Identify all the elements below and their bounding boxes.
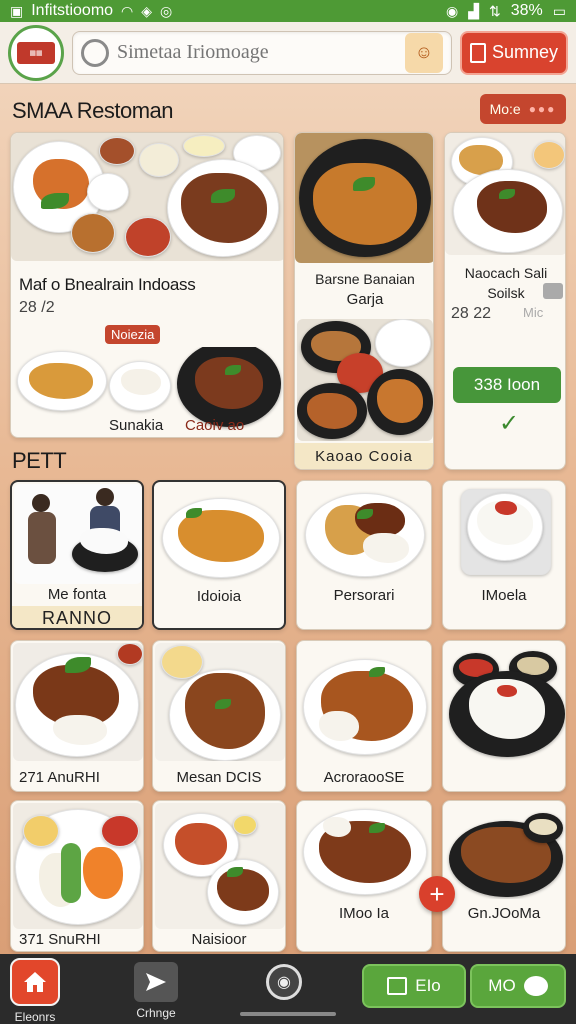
- dish-photo: [295, 133, 433, 263]
- featured-section-title: SMAA Restoman: [12, 98, 174, 123]
- grid-card-9[interactable]: 371 SnuRHI: [10, 800, 144, 952]
- grid-card-12[interactable]: Gn.JOoMa: [442, 800, 566, 952]
- grid-item-label: Mesan DCIS: [176, 769, 262, 786]
- grid-card-1[interactable]: Me fonta RANNO: [10, 480, 144, 630]
- app-header: ▦▦ ☺ Sumney: [0, 22, 576, 84]
- side-dish-label-2: Caoiv ao: [185, 417, 245, 434]
- search-icon: [81, 38, 109, 67]
- nav-home-label: Eleonrs: [14, 1010, 56, 1024]
- card-band-label: Kaoao Cooia: [295, 443, 433, 469]
- nav-share[interactable]: Crhnge: [134, 962, 178, 1020]
- dish-photo: [13, 803, 143, 929]
- nav-center[interactable]: ◉: [266, 964, 302, 1000]
- signal-icon: ◈: [141, 3, 153, 19]
- home-icon: [10, 958, 60, 1006]
- card-title: Maf o Bnealrain Indoass: [19, 275, 196, 294]
- side-dish-label-1: Sunakia: [109, 417, 164, 434]
- logo-badge-icon: ▦▦: [17, 41, 55, 64]
- grid-card-10[interactable]: Naisioor: [152, 800, 286, 952]
- grid-card-8[interactable]: [442, 640, 566, 792]
- grid-item-label: 371 SnuRHI: [19, 931, 101, 948]
- grid-item-label: Naisioor: [191, 931, 247, 948]
- gesture-bar: [240, 1012, 336, 1016]
- dish-photo: [155, 803, 285, 929]
- add-to-order-button[interactable]: 338 Ioon: [453, 367, 561, 403]
- grid-card-3[interactable]: Persorari: [296, 480, 432, 630]
- card-title: Naocach Sali: [464, 265, 548, 281]
- location-icon: ◎: [160, 3, 173, 19]
- card-price: 28 22: [451, 305, 492, 322]
- summary-button-label: Sumney: [491, 42, 559, 62]
- dish-photo: [155, 643, 285, 761]
- summary-icon: [469, 42, 486, 63]
- network-icon: ⇅: [489, 3, 501, 19]
- featured-card-2[interactable]: Barsne Banaian Garja Kaoao Cooia: [294, 132, 434, 470]
- grid-item-label: Gn.JOoMa: [467, 905, 541, 922]
- dish-photo: [445, 643, 565, 761]
- carrier-text: Infitstioomo: [31, 2, 114, 19]
- grid-section-title: PETT: [12, 448, 67, 473]
- more-button-label: Mo:e: [489, 101, 521, 117]
- search-input[interactable]: [117, 41, 397, 64]
- grid-item-label: AcroraooSE: [323, 769, 405, 786]
- check-icon: ✓: [499, 410, 520, 437]
- nav-action-left-label: EIo: [415, 976, 441, 995]
- grid-card-7[interactable]: AcroraooSE: [296, 640, 432, 792]
- card-side-text: Mic: [523, 305, 544, 320]
- search-bar[interactable]: ☺: [72, 30, 452, 75]
- restaurant-logo[interactable]: ▦▦: [8, 24, 64, 81]
- dish-photo: [13, 643, 143, 761]
- card-subtitle: Garja: [346, 291, 384, 308]
- grid-item-label: Me fonta: [47, 586, 107, 603]
- more-button[interactable]: Mo:e ●●●: [480, 94, 566, 124]
- user-icon[interactable]: ☺: [405, 32, 443, 73]
- nav-home[interactable]: Eleonrs: [10, 958, 60, 1024]
- featured-card-1[interactable]: Maf o Bnealrain Indoass 28 /2 Noiezia Su…: [10, 132, 284, 438]
- dish-photo: [445, 803, 565, 899]
- dish-photo: [299, 803, 431, 899]
- grid-card-2[interactable]: Idoioia: [152, 480, 286, 630]
- grid-view-icon: [387, 977, 408, 995]
- wifi-icon: ◠: [121, 3, 134, 19]
- dish-photo: [299, 483, 431, 583]
- grid-item-label: Persorari: [333, 587, 395, 604]
- camera-icon: ◉: [266, 964, 302, 1000]
- dish-photo: [14, 484, 142, 584]
- dish-photo: [445, 133, 565, 255]
- add-item-button[interactable]: +: [419, 876, 455, 912]
- info-icon[interactable]: [543, 283, 563, 299]
- grid-card-5[interactable]: 271 AnuRHI: [10, 640, 144, 792]
- grid-card-11[interactable]: IMoo Ia: [296, 800, 432, 952]
- summary-button[interactable]: Sumney: [460, 30, 568, 75]
- nav-action-right-label: MO: [488, 976, 516, 995]
- dish-photo: [299, 643, 431, 761]
- battery-text: 38%: [510, 2, 543, 19]
- nav-share-label: Crhnge: [136, 1006, 176, 1020]
- grid-card-6[interactable]: Mesan DCIS: [152, 640, 286, 792]
- send-icon: [134, 962, 178, 1002]
- dish-photo: [445, 483, 565, 583]
- grid-item-label: IMoo Ia: [338, 905, 390, 922]
- card-price: 28 /2: [19, 299, 55, 316]
- app-status-icon: ▣: [10, 3, 24, 19]
- battery-icon: ▭: [552, 3, 566, 19]
- chat-bubble-icon: [523, 976, 548, 996]
- grid-item-label: IMoela: [481, 587, 527, 604]
- featured-card-3[interactable]: Naocach Sali Soilsk 28 22 Mic 338 Ioon ✓: [444, 132, 566, 470]
- grid-item-band: RANNO: [12, 606, 142, 628]
- alarm-icon: ◉: [446, 3, 459, 19]
- grid-item-label: Idoioia: [196, 588, 242, 605]
- cell-signal-icon: ▟: [468, 3, 479, 19]
- grid-card-4[interactable]: IMoela: [442, 480, 566, 630]
- grid-item-label: 271 AnuRHI: [19, 769, 100, 786]
- dish-photo: [11, 133, 283, 261]
- dish-photo: [156, 484, 284, 584]
- nav-action-right-button[interactable]: MO: [470, 964, 566, 1008]
- more-dots-icon: ●●●: [528, 102, 557, 116]
- status-bar: ▣ Infitstioomo ◠ ◈ ◎ ◉ ▟ ⇅ 38% ▭: [0, 0, 576, 22]
- nav-action-left-button[interactable]: EIo: [362, 964, 466, 1008]
- side-dishes-photo: [297, 319, 433, 441]
- card-title: Barsne Banaian: [315, 271, 415, 287]
- dish-tag-badge: Noiezia: [105, 325, 161, 344]
